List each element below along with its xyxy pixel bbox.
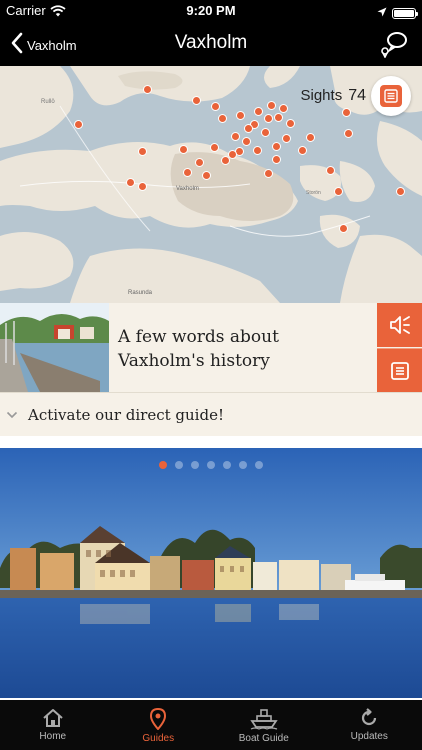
chevron-down-icon [6,406,18,424]
sight-pin[interactable] [260,127,270,137]
sight-pin[interactable] [253,106,263,116]
tab-guides[interactable]: Guides [106,700,212,750]
carousel-dot[interactable] [255,461,263,469]
sights-count: 74 [348,87,366,104]
sight-pin[interactable] [305,132,315,142]
sights-counter: Sights 74 [301,87,367,105]
sight-pin[interactable] [243,123,253,133]
sight-pin[interactable] [142,84,152,94]
sight-pin[interactable] [271,141,281,151]
vaxholm-waterfront-photo [0,448,422,698]
history-title-line: A few words about [118,327,279,347]
sight-pin[interactable] [241,136,251,146]
sight-pin[interactable] [194,157,204,167]
carousel-dot[interactable] [191,461,199,469]
list-icon [380,85,402,107]
home-icon [43,709,63,727]
carousel-dot[interactable] [207,461,215,469]
sight-pin[interactable] [297,145,307,155]
sight-pin[interactable] [217,113,227,123]
sight-pin[interactable] [73,119,83,129]
carousel-pagination [0,461,422,469]
sight-pin[interactable] [338,223,348,233]
tab-boat-guide[interactable]: Boat Guide [211,700,317,750]
sight-pin[interactable] [271,154,281,164]
sight-pin[interactable] [210,101,220,111]
sight-pin[interactable] [395,186,405,196]
tab-bar: Home Guides Boat Guide Updates [0,700,422,750]
history-title: A few words about Vaxholm's history [118,325,368,373]
sight-pin[interactable] [220,155,230,165]
sights-map[interactable]: Rullö Vaxholm Storön Rasunda Sights 74 [0,66,422,303]
section-divider [0,436,422,448]
sight-pin[interactable] [285,118,295,128]
carousel-dot[interactable] [239,461,247,469]
sight-pin[interactable] [137,181,147,191]
sight-pin[interactable] [137,146,147,156]
sight-pin[interactable] [178,144,188,154]
sight-pin[interactable] [230,131,240,141]
tab-updates[interactable]: Updates [317,700,422,750]
page-title: Vaxholm [174,32,248,53]
tab-label: Boat Guide [238,733,289,744]
sight-pin[interactable] [201,170,211,180]
map-place-label: Storön [306,190,321,196]
battery-icon [392,7,418,19]
chat-location-button[interactable] [380,30,408,63]
sight-pin[interactable] [209,142,219,152]
location-arrow-icon [377,4,387,22]
tab-label: Updates [350,731,388,742]
sight-pin[interactable] [191,95,201,105]
sight-pin[interactable] [235,110,245,120]
sight-pin[interactable] [343,128,353,138]
sight-pin[interactable] [263,168,273,178]
sight-pin[interactable] [341,107,351,117]
status-bar: Carrier 9:20 PM [0,0,422,22]
sight-pin[interactable] [333,186,343,196]
map-place-label: Vaxholm [176,186,199,192]
speaker-icon [389,316,410,334]
sight-pin[interactable] [325,165,335,175]
navigation-bar: Vaxholm Vaxholm [0,22,422,66]
read-text-button[interactable] [377,348,422,392]
direct-guide-label: Activate our direct guide! [28,405,224,424]
carousel-dot[interactable] [223,461,231,469]
carousel-dot[interactable] [159,461,167,469]
document-icon [390,361,409,380]
audio-button[interactable] [377,303,422,347]
carousel-dot[interactable] [175,461,183,469]
sights-list-button[interactable] [371,76,411,116]
sight-pin[interactable] [125,177,135,187]
direct-guide-toggle[interactable]: Activate our direct guide! [0,392,422,436]
history-title-line: Vaxholm's history [118,351,270,371]
sight-pin[interactable] [263,113,273,123]
refresh-icon [362,708,377,726]
location-pin-icon [150,708,167,730]
chat-location-icon [381,32,407,59]
photo-carousel[interactable] [0,448,422,698]
sight-pin[interactable] [182,167,192,177]
sight-pin[interactable] [278,103,288,113]
sight-pin[interactable] [281,133,291,143]
sight-pin[interactable] [252,145,262,155]
ship-icon [250,709,278,730]
history-thumbnail [0,303,109,392]
sight-pin[interactable] [266,100,276,110]
history-card[interactable]: A few words about Vaxholm's history [0,303,422,392]
tab-label: Guides [142,733,175,744]
tab-label: Home [39,731,67,742]
sights-label: Sights [300,87,343,104]
map-place-label: Rasunda [128,290,153,296]
clock: 9:20 PM [186,3,236,18]
map-place-label: Rullö [41,99,55,105]
tab-home[interactable]: Home [0,700,106,750]
sight-pin[interactable] [273,112,283,122]
